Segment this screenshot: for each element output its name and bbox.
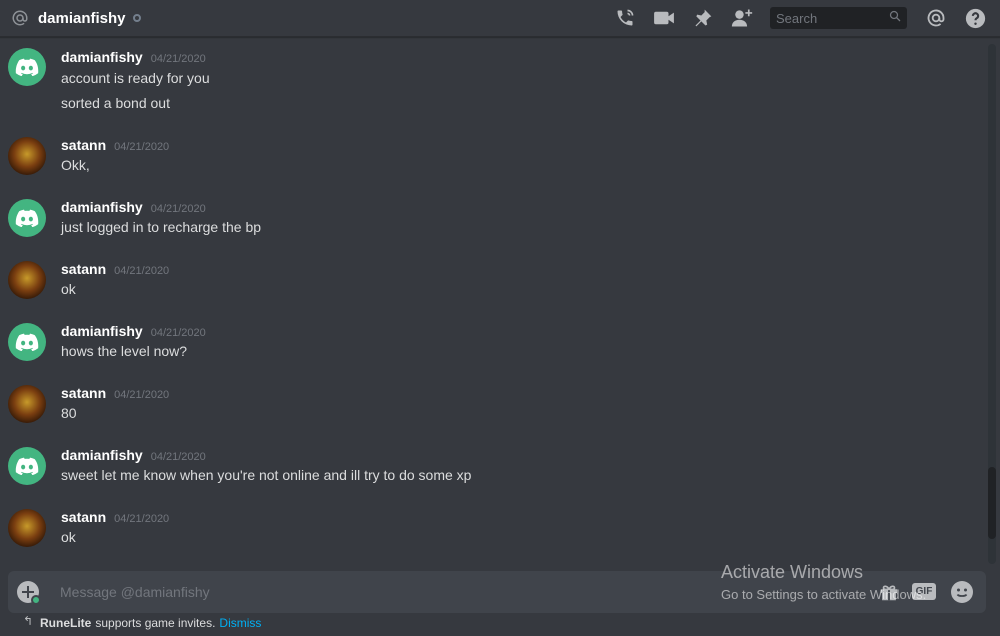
search-box[interactable] (770, 7, 907, 29)
pin-icon[interactable] (692, 7, 714, 29)
gift-icon[interactable] (878, 581, 900, 603)
timestamp: 04/21/2020 (150, 327, 206, 339)
video-call-icon[interactable] (653, 7, 675, 29)
at-icon (10, 8, 30, 28)
online-dot-icon (31, 595, 41, 605)
timestamp: 04/21/2020 (150, 451, 206, 463)
search-icon (889, 9, 901, 27)
message-text: sweet let me know when you're not online… (61, 467, 472, 483)
mention-icon[interactable] (925, 7, 947, 29)
username[interactable]: damianfishy (61, 447, 143, 463)
message-text: 80 (61, 405, 77, 421)
avatar[interactable] (8, 137, 46, 175)
timestamp: 04/21/2020 (114, 265, 170, 277)
phone-call-icon[interactable] (614, 7, 636, 29)
header-toolbar (614, 0, 1000, 36)
dismiss-link[interactable]: Dismiss (219, 616, 261, 630)
scrollbar-track[interactable] (988, 44, 996, 564)
username[interactable]: satann (61, 137, 106, 153)
timestamp: 04/21/2020 (114, 141, 170, 153)
username[interactable]: satann (61, 261, 106, 277)
timestamp: 04/21/2020 (150, 53, 206, 65)
add-friend-icon[interactable] (731, 7, 753, 29)
message-text: Okk, (61, 157, 90, 173)
username[interactable]: damianfishy (61, 323, 143, 339)
avatar[interactable] (8, 385, 46, 423)
reply-arrow-icon: ↰ (23, 614, 34, 628)
scrollbar-thumb[interactable] (988, 467, 996, 539)
message-text: ok (61, 529, 76, 545)
avatar[interactable] (8, 48, 46, 86)
avatar[interactable] (8, 509, 46, 547)
timestamp: 04/21/2020 (114, 513, 170, 525)
avatar[interactable] (8, 323, 46, 361)
message-list: damianfishy 04/21/2020 account is ready f… (0, 41, 990, 566)
username[interactable]: damianfishy (61, 49, 143, 65)
emoji-icon[interactable] (951, 581, 973, 603)
help-icon[interactable] (964, 7, 986, 29)
message-text: just logged in to recharge the bp (61, 219, 262, 235)
notice-app-name: RuneLite (40, 616, 92, 630)
message-text: sorted a bond out (61, 95, 170, 111)
offline-status-icon (132, 14, 141, 22)
notice-text: supports game invites. (95, 616, 216, 630)
message-text: account is ready for you (61, 70, 210, 86)
timestamp: 04/21/2020 (150, 203, 206, 215)
avatar[interactable] (8, 447, 46, 485)
message-text: ok (61, 281, 76, 297)
message-text: hows the level now? (61, 343, 188, 359)
username[interactable]: satann (61, 385, 106, 401)
username[interactable]: damianfishy (61, 199, 143, 215)
avatar[interactable] (8, 199, 46, 237)
message-composer: GIF (8, 571, 986, 613)
upload-plus-icon[interactable] (17, 581, 41, 605)
username[interactable]: satann (61, 509, 106, 525)
avatar[interactable] (8, 261, 46, 299)
game-invite-notice: ↰ RuneLite supports game invites. Dismis… (23, 614, 261, 630)
channel-header: damianfishy (0, 0, 1000, 37)
gif-button[interactable]: GIF (912, 583, 936, 600)
message-input[interactable] (60, 582, 660, 602)
search-input[interactable] (776, 10, 876, 26)
channel-title: damianfishy (38, 9, 126, 27)
timestamp: 04/21/2020 (114, 389, 170, 401)
